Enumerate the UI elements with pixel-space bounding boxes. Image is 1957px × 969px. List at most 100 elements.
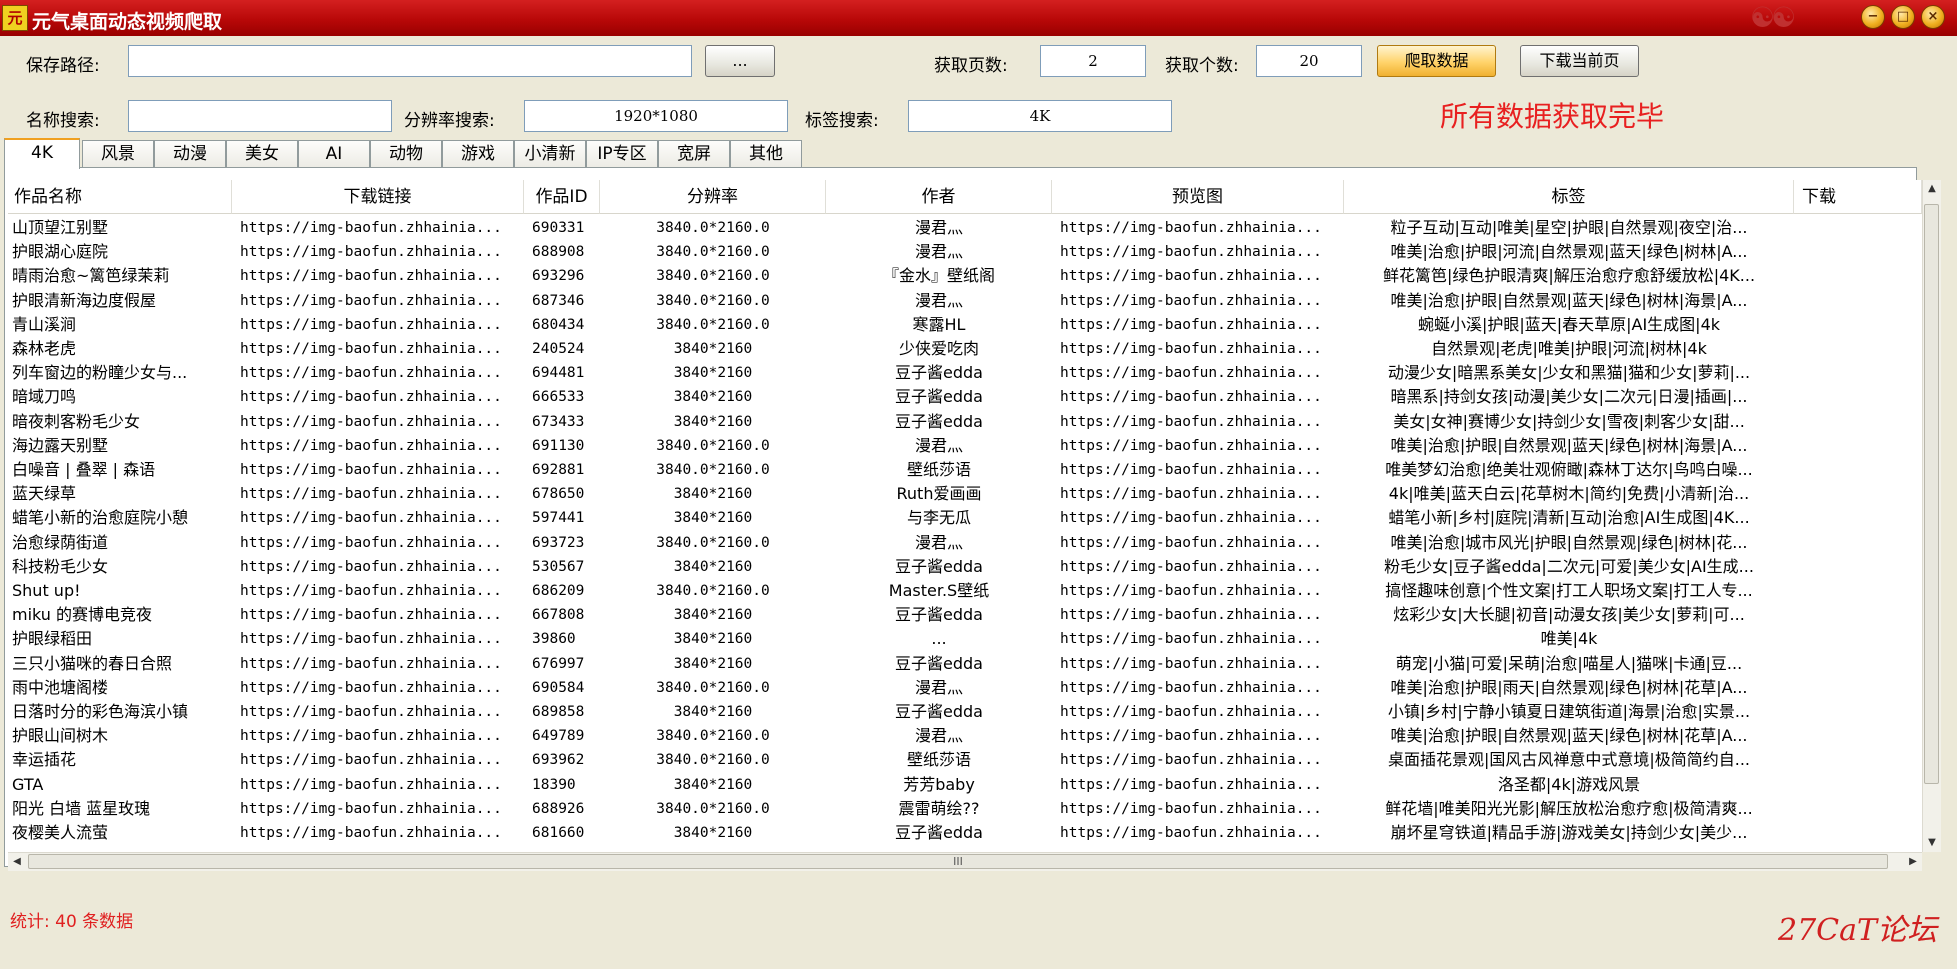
name-search-input[interactable]: [128, 100, 392, 132]
column-header-download[interactable]: 下载: [1794, 180, 1922, 214]
table-row[interactable]: 阳光 白墙 蓝星玫瑰 https://img-baofun.zhhainia...…: [8, 797, 1922, 821]
table-row[interactable]: 护眼清新海边度假屋 https://img-baofun.zhhainia... 6…: [8, 289, 1922, 313]
tab-ip-zone[interactable]: IP专区: [586, 140, 658, 168]
table-row[interactable]: 青山溪涧 https://img-baofun.zhhainia... 680434…: [8, 313, 1922, 337]
tab-animals[interactable]: 动物: [370, 140, 442, 168]
cell-tags: 鲜花墙|唯美阳光光影|解压放松治愈疗愈|极简清爽...: [1385, 798, 1753, 818]
table-row[interactable]: 白噪音 | 叠翠 | 森语 https://img-baofun.zhhainia…: [8, 458, 1922, 482]
pages-input[interactable]: 2: [1040, 45, 1146, 77]
cell-download-link: https://img-baofun.zhhainia...: [240, 800, 502, 817]
vertical-scrollbar[interactable]: ▲ ▼: [1922, 180, 1941, 852]
column-header-resolution[interactable]: 分辨率: [600, 180, 826, 214]
cell-preview: https://img-baofun.zhhainia...: [1060, 631, 1322, 648]
tab-ai[interactable]: AI: [298, 140, 370, 168]
table-row[interactable]: GTA https://img-baofun.zhhainia... 18390 38…: [8, 773, 1922, 797]
column-header-tags[interactable]: 标签: [1344, 180, 1794, 214]
tab-beauty[interactable]: 美女: [226, 140, 298, 168]
table-row[interactable]: 夜樱美人流萤 https://img-baofun.zhhainia... 6816…: [8, 821, 1922, 845]
minimize-button[interactable]: −: [1861, 5, 1885, 29]
tab-fresh[interactable]: 小清新: [514, 140, 586, 168]
table-row[interactable]: 暗域刀鸣 https://img-baofun.zhhainia... 666533…: [8, 385, 1922, 409]
count-input[interactable]: 20: [1256, 45, 1362, 77]
column-header-id[interactable]: 作品ID: [524, 180, 600, 214]
table-row[interactable]: 蓝天绿草 https://img-baofun.zhhainia... 678650…: [8, 482, 1922, 506]
tab-4k[interactable]: 4K: [4, 138, 80, 169]
cell-download-link: https://img-baofun.zhhainia...: [240, 631, 502, 648]
column-header-name[interactable]: 作品名称: [8, 180, 232, 214]
maximize-button[interactable]: □: [1891, 5, 1915, 29]
table-row[interactable]: 三只小猫咪的春日合照 https://img-baofun.zhhainia...…: [8, 652, 1922, 676]
column-header-author[interactable]: 作者: [826, 180, 1052, 214]
cell-download-link: https://img-baofun.zhhainia...: [240, 268, 502, 285]
scroll-right-icon[interactable]: ▶: [1904, 853, 1922, 871]
data-grid[interactable]: 作品名称 下载链接 作品ID 分辨率 作者 预览图 标签 下载 山顶望江别墅 ht…: [8, 180, 1922, 852]
cell-resolution: 3840.0*2160.0: [656, 752, 770, 769]
tag-search-input[interactable]: 4K: [908, 100, 1172, 132]
cell-name: 科技粉毛少女: [12, 556, 109, 576]
cell-author: 漫君灬: [914, 726, 963, 746]
save-path-input[interactable]: [128, 45, 692, 77]
cell-resolution: 3840*2160: [673, 413, 753, 430]
table-row[interactable]: 幸运插花 https://img-baofun.zhhainia... 693962…: [8, 748, 1922, 772]
table-row[interactable]: Shut up! https://img-baofun.zhhainia... 68…: [8, 579, 1922, 603]
cell-preview: https://img-baofun.zhhainia...: [1060, 607, 1322, 624]
cell-download-link: https://img-baofun.zhhainia...: [240, 583, 502, 599]
cell-preview: https://img-baofun.zhhainia...: [1060, 825, 1322, 841]
table-row[interactable]: 护眼绿稻田 https://img-baofun.zhhainia... 39860…: [8, 627, 1922, 651]
scroll-down-icon[interactable]: ▼: [1923, 834, 1941, 852]
app-icon: 元: [2, 5, 28, 31]
cell-tags: 唯美|治愈|护眼|雨天|自然景观|绿色|树林|花草|A...: [1390, 677, 1748, 697]
horizontal-scroll-thumb[interactable]: III: [28, 854, 1888, 869]
table-row[interactable]: 雨中池塘阁楼 https://img-baofun.zhhainia... 6905…: [8, 676, 1922, 700]
close-button[interactable]: ×: [1921, 5, 1945, 29]
vertical-scroll-thumb[interactable]: [1924, 204, 1939, 784]
table-row[interactable]: 科技粉毛少女 https://img-baofun.zhhainia... 5305…: [8, 555, 1922, 579]
title-bar[interactable]: 元 元气桌面动态视频爬取 ☯☯ − □ ×: [0, 0, 1957, 36]
cell-id: 693962: [532, 752, 585, 769]
cell-tags: 鲜花篱笆|绿色护眼清爽|解压治愈疗愈舒缓放松|4K...: [1382, 266, 1756, 286]
cell-download-link: https://img-baofun.zhhainia...: [240, 292, 502, 309]
table-row[interactable]: 治愈绿荫街道 https://img-baofun.zhhainia... 6937…: [8, 531, 1922, 555]
tab-other[interactable]: 其他: [730, 140, 802, 168]
tab-games[interactable]: 游戏: [442, 140, 514, 168]
table-row[interactable]: 护眼山间树木 https://img-baofun.zhhainia... 6497…: [8, 724, 1922, 748]
browse-button[interactable]: ...: [705, 45, 775, 77]
cell-id: 690331: [532, 220, 585, 236]
cell-resolution: 3840.0*2160.0: [656, 268, 770, 285]
cell-id: 649789: [532, 728, 585, 745]
column-header-download-link[interactable]: 下载链接: [232, 180, 524, 214]
cell-name: 列车窗边的粉瞳少女与...: [12, 363, 188, 383]
crawl-data-button[interactable]: 爬取数据: [1377, 45, 1496, 77]
tab-widescreen[interactable]: 宽屏: [658, 140, 730, 168]
table-row[interactable]: 海边露天别墅 https://img-baofun.zhhainia... 6911…: [8, 434, 1922, 458]
cell-id: 693296: [532, 268, 585, 285]
cell-resolution: 3840.0*2160.0: [656, 244, 770, 261]
tab-scenery[interactable]: 风景: [82, 140, 154, 168]
horizontal-scrollbar[interactable]: ◀ III ▶: [8, 852, 1922, 871]
scroll-left-icon[interactable]: ◀: [8, 853, 26, 871]
resolution-search-input[interactable]: 1920*1080: [524, 100, 788, 132]
cell-name: 夜樱美人流萤: [12, 823, 109, 842]
column-header-preview[interactable]: 预览图: [1052, 180, 1344, 214]
table-row[interactable]: 晴雨治愈~篱笆绿茉莉 https://img-baofun.zhhainia...…: [8, 264, 1922, 288]
cell-preview: https://img-baofun.zhhainia...: [1060, 655, 1322, 672]
table-row[interactable]: 列车窗边的粉瞳少女与... https://img-baofun.zhhainia…: [8, 361, 1922, 385]
cell-tags: 自然景观|老虎|唯美|护眼|河流|树林|4k: [1431, 339, 1707, 358]
cell-resolution: 3840*2160: [673, 607, 753, 624]
table-row[interactable]: 日落时分的彩色海滨小镇 https://img-baofun.zhhainia..…: [8, 700, 1922, 724]
table-row[interactable]: 护眼湖心庭院 https://img-baofun.zhhainia... 6889…: [8, 240, 1922, 264]
tab-anime[interactable]: 动漫: [154, 140, 226, 168]
pages-label: 获取页数:: [934, 56, 1008, 76]
table-row[interactable]: 暗夜刺客粉毛少女 https://img-baofun.zhhainia... 67…: [8, 410, 1922, 434]
table-row[interactable]: 蜡笔小新的治愈庭院小憩 https://img-baofun.zhhainia..…: [8, 506, 1922, 530]
table-row[interactable]: 森林老虎 https://img-baofun.zhhainia... 240524…: [8, 337, 1922, 361]
download-current-page-button[interactable]: 下载当前页: [1520, 45, 1639, 77]
table-row[interactable]: 山顶望江别墅 https://img-baofun.zhhainia... 6903…: [8, 216, 1922, 240]
cell-name: 三只小猫咪的春日合照: [12, 653, 173, 673]
table-row[interactable]: miku 的赛博电竞夜 https://img-baofun.zhhainia..…: [8, 603, 1922, 627]
cell-preview: https://img-baofun.zhhainia...: [1060, 292, 1322, 309]
cell-preview: https://img-baofun.zhhainia...: [1060, 486, 1322, 503]
cell-id: 693723: [532, 534, 585, 551]
scroll-up-icon[interactable]: ▲: [1923, 180, 1941, 198]
cell-download-link: https://img-baofun.zhhainia...: [240, 486, 502, 503]
